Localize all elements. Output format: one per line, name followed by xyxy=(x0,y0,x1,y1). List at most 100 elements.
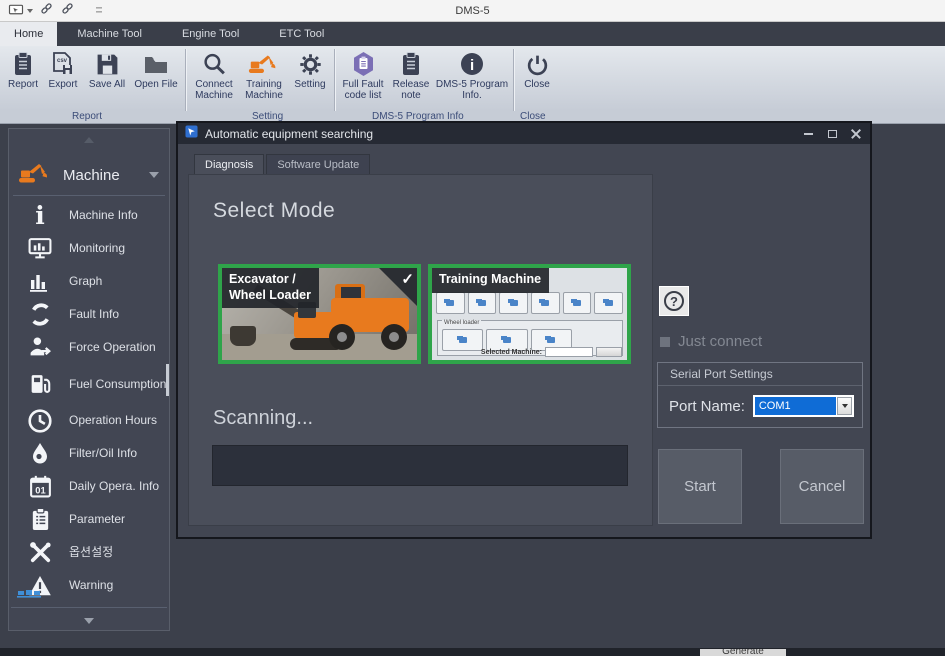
chevron-down-icon[interactable] xyxy=(149,172,159,178)
mini-machines-icon xyxy=(17,586,43,604)
bottom-strip xyxy=(0,648,945,656)
sidebar-item-filter-oil-info[interactable]: Filter/Oil Info xyxy=(9,437,169,470)
start-button[interactable]: Start xyxy=(658,449,742,524)
info-icon: i xyxy=(23,203,57,228)
selected-machine-input xyxy=(545,347,593,357)
dialog-icon xyxy=(185,125,198,143)
sidebar-header-label: Machine xyxy=(63,167,120,184)
full-fault-hexagon-icon xyxy=(351,49,376,79)
full-fault-code-list-button[interactable]: Full Fault code list xyxy=(338,49,388,109)
partially-visible-bottom-button[interactable]: Generate xyxy=(700,649,786,656)
sidebar-scroll-down[interactable] xyxy=(9,618,169,624)
sidebar-item-fault-info[interactable]: Fault Info xyxy=(9,298,169,331)
sidebar: Machine i Machine Info Monitoring Graph xyxy=(8,128,170,631)
sidebar-item-label: Monitoring xyxy=(69,241,169,256)
dialog-minimize-button[interactable] xyxy=(802,128,814,140)
full-fault-label: Full Fault code list xyxy=(338,79,388,101)
dialog-titlebar[interactable]: Automatic equipment searching xyxy=(178,123,870,144)
sidebar-item-fuel-consumption[interactable]: Fuel Consumption xyxy=(9,364,169,404)
sidebar-item-label: 옵션설정 xyxy=(69,545,169,560)
tab-home-label: Home xyxy=(14,28,43,40)
maximize-icon xyxy=(828,130,837,138)
program-info-label: DMS-5 Program Info. xyxy=(434,79,510,101)
training-machine-label: Training Machine xyxy=(239,79,289,101)
connect-machine-label: Connect Machine xyxy=(189,79,239,101)
save-all-button[interactable]: Save All xyxy=(84,49,130,109)
sidebar-item-label: Warning xyxy=(69,578,169,593)
sidebar-item-machine-info[interactable]: i Machine Info xyxy=(9,199,169,232)
open-file-button[interactable]: Open File xyxy=(130,49,182,109)
program-info-button[interactable]: i DMS-5 Program Info. xyxy=(434,49,510,109)
help-button[interactable]: ? xyxy=(659,286,689,316)
export-label: Export xyxy=(49,79,78,90)
export-button[interactable]: csv Export xyxy=(42,49,84,109)
setting-label: Setting xyxy=(294,79,325,90)
tab-etc-tool-label: ETC Tool xyxy=(279,28,324,40)
sidebar-scrollbar-thumb[interactable] xyxy=(166,364,169,396)
close-button[interactable]: Close xyxy=(517,49,557,109)
sidebar-item-daily-opera-info[interactable]: 01 Daily Opera. Info xyxy=(9,470,169,503)
tab-engine-tool[interactable]: Engine Tool xyxy=(168,22,253,46)
dialog-title: Automatic equipment searching xyxy=(205,127,373,141)
card-label-line1: Training Machine xyxy=(439,272,541,288)
connect-machine-button[interactable]: Connect Machine xyxy=(189,49,239,109)
release-note-label: Release note xyxy=(388,79,434,101)
tab-etc-tool[interactable]: ETC Tool xyxy=(265,22,338,46)
dialog-maximize-button[interactable] xyxy=(826,128,838,140)
sidebar-item-option-settings[interactable]: 옵션설정 xyxy=(9,536,169,569)
monitor-icon xyxy=(23,236,57,261)
report-icon xyxy=(11,49,35,79)
mini-machine-button xyxy=(531,292,560,314)
chevron-up-icon xyxy=(84,137,94,143)
release-note-button[interactable]: Release note xyxy=(388,49,434,109)
close-icon xyxy=(851,129,861,139)
mini-machine-button xyxy=(563,292,592,314)
oil-drop-icon xyxy=(23,441,57,466)
sidebar-item-label: Daily Opera. Info xyxy=(69,479,169,494)
sidebar-item-graph[interactable]: Graph xyxy=(9,265,169,298)
sidebar-item-parameter[interactable]: Parameter xyxy=(9,503,169,536)
mode-card-training-machine[interactable]: Wheel loader Selected Machine: xyxy=(428,264,631,364)
svg-text:i: i xyxy=(470,57,474,74)
dialog-close-button[interactable] xyxy=(850,128,862,140)
cancel-button[interactable]: Cancel xyxy=(780,449,864,524)
mode-card-excavator-wheel-loader[interactable]: Excavator / Wheel Loader ✓ xyxy=(218,264,421,364)
tab-software-update[interactable]: Software Update xyxy=(266,154,370,174)
sidebar-scroll-up[interactable] xyxy=(9,137,169,143)
check-icon: ✓ xyxy=(401,270,414,288)
setting-button[interactable]: Setting xyxy=(289,49,331,109)
sidebar-header-machine[interactable]: Machine xyxy=(9,157,169,193)
person-arrow-icon xyxy=(23,335,57,360)
tab-home[interactable]: Home xyxy=(0,22,57,46)
svg-text:csv: csv xyxy=(57,58,68,64)
ribbon-separator xyxy=(334,49,335,111)
sidebar-item-label: Parameter xyxy=(69,512,169,527)
sidebar-item-operation-hours[interactable]: Operation Hours xyxy=(9,404,169,437)
selected-check-badge: ✓ xyxy=(379,268,417,306)
sidebar-item-force-operation[interactable]: Force Operation xyxy=(9,331,169,364)
card-label-line1: Excavator / xyxy=(229,272,311,288)
chevron-down-icon xyxy=(842,404,848,408)
checkbox-icon[interactable] xyxy=(660,337,670,347)
port-name-label: Port Name: xyxy=(669,398,745,415)
diagnosis-tab-panel: Select Mode Excavator / Wheel Loader ✓ xyxy=(188,174,653,526)
sidebar-item-monitoring[interactable]: Monitoring xyxy=(9,232,169,265)
select-mode-title: Select Mode xyxy=(213,199,335,223)
info-circle-icon: i xyxy=(459,49,485,79)
group-divider xyxy=(658,385,862,386)
card-label: Excavator / Wheel Loader xyxy=(222,268,319,308)
scanning-status-text: Scanning... xyxy=(213,407,313,430)
tab-diagnosis[interactable]: Diagnosis xyxy=(194,154,264,174)
sidebar-item-label: Force Operation xyxy=(69,340,169,355)
export-icon: csv xyxy=(50,49,76,79)
just-connect-checkbox-row[interactable]: Just connect xyxy=(660,333,762,350)
mini-machine-button xyxy=(436,292,465,314)
release-note-icon xyxy=(399,49,423,79)
serial-port-settings-group: Serial Port Settings Port Name: COM1 xyxy=(657,362,863,428)
port-name-combobox[interactable]: COM1 xyxy=(753,395,854,417)
sidebar-divider xyxy=(11,607,167,608)
tab-machine-tool[interactable]: Machine Tool xyxy=(63,22,156,46)
combobox-dropdown-button[interactable] xyxy=(837,397,852,415)
training-machine-button[interactable]: Training Machine xyxy=(239,49,289,109)
report-button[interactable]: Report xyxy=(4,49,42,109)
